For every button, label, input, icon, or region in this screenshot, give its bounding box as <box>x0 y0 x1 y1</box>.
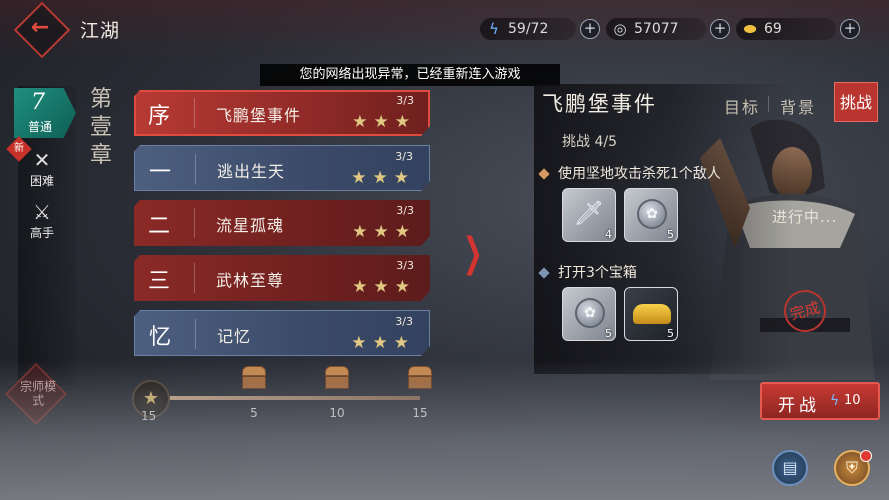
chest-reward-15[interactable] <box>406 366 434 390</box>
stage-divider <box>195 154 196 184</box>
silver-coin-icon: ◎ <box>613 20 627 38</box>
gold-display: ⬬ 69 <box>736 18 836 40</box>
tab-background[interactable]: 背景 <box>780 94 816 118</box>
goal-bullet-icon <box>538 168 550 180</box>
stage-number: 一 <box>149 160 172 185</box>
stage-number: 二 <box>148 214 171 239</box>
master-mode-label: 宗师模式 <box>20 379 57 408</box>
start-battle-button[interactable]: 开战 ϟ 10 <box>760 382 880 420</box>
stage-divider <box>194 98 195 128</box>
reward-item-ingot[interactable]: 5 <box>624 287 678 341</box>
lotus-coin-icon: ✿ <box>637 199 667 229</box>
energy-bolt-icon: ϟ <box>489 20 499 38</box>
milestone-label: 15 <box>412 406 428 420</box>
stage-prologue[interactable]: 序 飞鹏堡事件 3/3 ★★★ <box>134 90 430 136</box>
milestone-label: 5 <box>250 406 258 420</box>
tab-expert-label: 高手 <box>29 226 54 240</box>
status-in-progress: 进行中... <box>772 208 838 226</box>
chapter-title: 第壹章 <box>89 87 112 168</box>
sword-icon: ⚔ <box>33 200 51 224</box>
reward-item-coin[interactable]: ✿ 5 <box>624 188 678 242</box>
dagger-icon: 🗡 <box>573 199 605 227</box>
chest-icon <box>325 366 349 376</box>
energy-cost: 10 <box>844 393 861 408</box>
tab-hard-label: 困难 <box>29 174 54 188</box>
stage-name: 武林至尊 <box>216 271 285 290</box>
tab-separator <box>768 96 769 112</box>
page-title: 江湖 <box>80 20 121 42</box>
stage-divider <box>195 319 196 349</box>
reward-count: 5 <box>667 327 674 340</box>
stage-progress: 3/3 <box>396 94 414 107</box>
stage-name: 逃出生天 <box>217 162 286 181</box>
stage-stars: ★★★ <box>351 333 415 353</box>
stage-divider <box>194 208 195 238</box>
stage-progress: 3/3 <box>396 259 414 272</box>
lotus-coin-icon: ✿ <box>575 298 605 328</box>
add-energy-button[interactable]: + <box>580 19 600 39</box>
notes-button[interactable]: ▤ <box>772 450 808 486</box>
stage-name: 流星孤魂 <box>216 216 285 235</box>
fog-overlay <box>0 360 889 500</box>
crossed-swords-icon: ✕ <box>33 148 51 172</box>
add-coins-button[interactable]: + <box>710 19 730 39</box>
coins-display: ◎ 57077 <box>606 18 706 40</box>
stage-number: 序 <box>148 104 171 129</box>
stage-divider <box>194 263 195 293</box>
chest-reward-10[interactable] <box>323 366 351 390</box>
stage-2[interactable]: 二 流星孤魂 3/3 ★★★ <box>134 200 430 246</box>
start-battle-label: 开战 <box>778 396 820 416</box>
stage-progress: 3/3 <box>396 204 414 217</box>
chest-reward-5[interactable] <box>240 366 268 390</box>
stage-name: 飞鹏堡事件 <box>216 106 302 125</box>
add-gold-button[interactable]: + <box>840 19 860 39</box>
tab-normal-label: 普通 <box>28 120 53 134</box>
stage-progress: 3/3 <box>395 315 413 328</box>
goal-item: 打开3个宝箱 <box>538 262 637 282</box>
notification-dot <box>860 450 872 462</box>
goal-bullet-icon <box>538 267 550 279</box>
stage-number: 三 <box>148 269 171 294</box>
stage-1[interactable]: 一 逃出生天 3/3 ★★★ <box>134 145 430 191</box>
stage-stars: ★★★ <box>352 112 416 132</box>
stage-3[interactable]: 三 武林至尊 3/3 ★★★ <box>134 255 430 301</box>
goal-item: 使用坚地攻击杀死1个敌人 <box>538 163 721 183</box>
reward-item-coin[interactable]: ✿ 5 <box>562 287 616 341</box>
chevron-right-icon[interactable]: ❯ <box>463 230 483 276</box>
chest-icon <box>408 366 432 376</box>
stage-stars: ★★★ <box>352 277 416 297</box>
milestone-label: 10 <box>329 406 345 420</box>
network-notice: 您的网络出现异常，已经重新连入游戏 <box>260 64 560 86</box>
document-icon: ▤ <box>782 458 798 477</box>
coins-value: 57077 <box>634 21 679 37</box>
reward-count: 5 <box>605 327 612 340</box>
tab-goal[interactable]: 目标 <box>724 94 760 118</box>
stage-detail-title: 飞鹏堡事件 <box>542 92 657 116</box>
tab-expert[interactable]: ⚔ 高手 <box>22 200 62 250</box>
reward-count: 5 <box>667 228 674 241</box>
energy-value: 59/72 <box>508 21 549 37</box>
tab-hard[interactable]: ✕ 困难 <box>22 148 62 198</box>
energy-display: ϟ 59/72 <box>480 18 576 40</box>
gold-value: 69 <box>764 21 782 37</box>
star-progress-track <box>158 396 420 400</box>
stage-stars: ★★★ <box>352 222 416 242</box>
stage-memory[interactable]: 忆 记忆 3/3 ★★★ <box>134 310 430 356</box>
star-total-value: 15 <box>141 409 157 423</box>
gold-ingot-icon <box>633 304 671 324</box>
reward-item-dagger[interactable]: 🗡 4 <box>562 188 616 242</box>
stage-stars: ★★★ <box>351 168 415 188</box>
stage-progress: 3/3 <box>395 150 413 163</box>
tab-challenge[interactable]: 挑战 <box>834 82 878 122</box>
gold-ingot-icon: ⬬ <box>743 20 757 38</box>
stage-name: 记忆 <box>217 327 252 346</box>
tab-normal[interactable]: 7 普通 <box>14 88 76 138</box>
stage-number: 忆 <box>149 325 172 350</box>
back-arrow-icon: ← <box>30 15 50 41</box>
chest-icon <box>242 366 266 376</box>
energy-bolt-icon: ϟ <box>830 393 840 409</box>
challenge-progress: 挑战 4/5 <box>562 134 617 150</box>
normal-mode-icon: 7 <box>31 90 45 115</box>
reward-count: 4 <box>605 228 612 241</box>
